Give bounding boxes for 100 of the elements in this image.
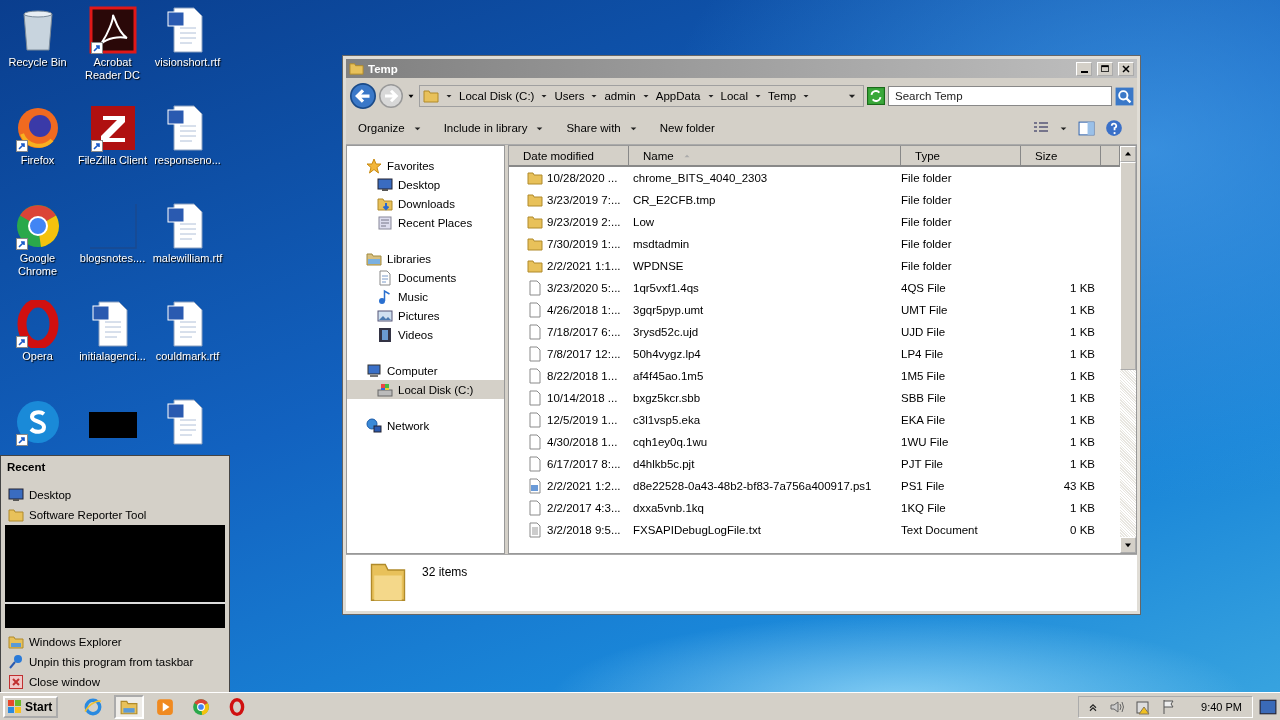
desktop-icon-label[interactable]: FileZilla Client: [77, 154, 148, 167]
breadcrumb-item[interactable]: Temp: [768, 90, 797, 102]
folder-icon: [527, 170, 543, 186]
file-name-cell: d4hlkb5c.pjt: [633, 458, 695, 470]
caret-icon[interactable]: [540, 92, 549, 100]
nav-item[interactable]: Favorites: [347, 156, 504, 175]
jump-list-item[interactable]: Desktop: [1, 485, 229, 505]
maximize-button[interactable]: [1097, 61, 1113, 76]
date-cell: 3/23/2020 5:...: [547, 282, 621, 294]
maximize-icon: [1099, 62, 1111, 75]
caret-icon[interactable]: [754, 92, 763, 100]
breadcrumb-item[interactable]: Local: [720, 90, 749, 102]
desktop-icon-image: [88, 6, 137, 54]
size-cell: 1 KB: [1070, 436, 1095, 448]
search-field[interactable]: Search Temp: [888, 86, 1112, 106]
explorer-taskbar-button[interactable]: [114, 694, 145, 719]
search-button[interactable]: [1115, 86, 1134, 106]
column-header[interactable]: Type: [901, 146, 1021, 167]
file-name-cell: WPDNSE: [633, 260, 684, 272]
nav-item[interactable]: Pictures: [347, 306, 504, 325]
date-cell: 10/14/2018 ...: [547, 392, 618, 404]
nav-item[interactable]: Downloads: [347, 194, 504, 213]
scrollbar[interactable]: [1120, 146, 1136, 553]
breadcrumb-item[interactable]: Local Disk (C:): [459, 90, 535, 102]
size-cell: 1 KB: [1070, 326, 1095, 338]
folder-icon: [527, 258, 543, 274]
breadcrumb-item[interactable]: Users: [554, 90, 585, 102]
start-button[interactable]: Start: [3, 695, 59, 718]
preview-pane-icon[interactable]: [1078, 119, 1095, 137]
breadcrumb-item[interactable]: admin: [604, 90, 636, 102]
desktop-icon-image: [88, 104, 137, 152]
help-icon[interactable]: [1105, 119, 1123, 137]
star-icon: [366, 157, 382, 174]
desktop-icon-label[interactable]: malewilliam.rtf: [152, 252, 223, 265]
close-icon: [1120, 62, 1132, 75]
toolbar-button[interactable]: Include in library: [437, 118, 551, 138]
file-icon: [527, 412, 543, 428]
close-icon: [8, 674, 24, 690]
caret-icon[interactable]: [706, 92, 715, 100]
toolbar-button[interactable]: Organize: [352, 118, 428, 138]
column-header[interactable]: Date modified: [509, 146, 629, 167]
nav-item[interactable]: Documents: [347, 268, 504, 287]
desktop-icon-label[interactable]: Google Chrome: [0, 252, 75, 278]
jump-list-item[interactable]: Unpin this program from taskbar: [1, 652, 229, 672]
caret-icon[interactable]: [590, 92, 599, 100]
date-cell: 7/8/2017 12:...: [547, 348, 621, 360]
desktop-icon: [8, 487, 24, 503]
minimize-button[interactable]: [1076, 61, 1092, 76]
size-cell: 1 KB: [1070, 502, 1095, 514]
close-button[interactable]: [1118, 61, 1134, 76]
back-button[interactable]: [350, 83, 376, 109]
toolbar-button[interactable]: Share with: [560, 118, 644, 138]
address-bar[interactable]: Local Disk (C:) Users admin AppData Local Temp: [419, 85, 864, 107]
folder-icon: [527, 192, 543, 208]
file-name-cell: chrome_BITS_4040_2303: [633, 172, 768, 184]
size-cell: 1 KB: [1070, 370, 1095, 382]
nav-item[interactable]: Videos: [347, 325, 504, 344]
nav-item[interactable]: Local Disk (C:): [347, 380, 504, 399]
type-cell: PS1 File: [901, 480, 945, 492]
jump-list-item[interactable]: Software Reporter Tool: [1, 505, 229, 525]
desktop-icon-label[interactable]: Recycle Bin: [8, 56, 67, 69]
nav-item[interactable]: Libraries: [347, 249, 504, 268]
column-header[interactable]: Name: [629, 146, 901, 167]
network-warning-icon[interactable]: [1135, 698, 1152, 715]
caret-icon[interactable]: [445, 92, 453, 100]
computer-icon: [366, 362, 382, 379]
scrollbar-thumb[interactable]: [1120, 162, 1136, 370]
desktop-icon-label[interactable]: Acrobat Reader DC: [75, 56, 150, 82]
desktop-icon-label[interactable]: responseno...: [154, 154, 221, 167]
desktop-icon-label[interactable]: Firefox: [20, 154, 55, 167]
speaker-icon[interactable]: [1109, 698, 1126, 715]
toolbar-button[interactable]: New folder: [653, 118, 721, 138]
caret-icon[interactable]: [802, 92, 811, 100]
date-cell: 4/30/2018 1...: [547, 436, 618, 448]
show-desktop-button[interactable]: [1259, 697, 1277, 716]
nav-item[interactable]: Recent Places: [347, 213, 504, 232]
opera-icon: [228, 697, 247, 716]
nav-item[interactable]: Computer: [347, 361, 504, 380]
file-name-cell: 1qr5vxf1.4qs: [633, 282, 699, 294]
breadcrumb-item[interactable]: AppData: [655, 90, 701, 102]
type-cell: 1M5 File: [901, 370, 946, 382]
desktop-icon-label[interactable]: blogsnotes....: [79, 252, 146, 265]
file-name-cell: msdtadmin: [633, 238, 690, 250]
column-header[interactable]: Size: [1021, 146, 1101, 167]
date-cell: 7/30/2019 1:...: [547, 238, 621, 250]
desktop-icon-label[interactable]: couldmark.rtf: [155, 350, 220, 363]
jump-list-item[interactable]: Windows Explorer: [1, 632, 229, 652]
refresh-button[interactable]: [867, 87, 885, 105]
desktop-icon-label[interactable]: initialagenci...: [79, 350, 146, 363]
caret-icon[interactable]: [641, 92, 650, 100]
desktop-icon-label[interactable]: Opera: [22, 350, 53, 363]
desktop-icon-label[interactable]: visionshort.rtf: [154, 56, 221, 69]
file-icon: [527, 390, 543, 406]
folder-icon: [349, 61, 364, 76]
jump-list-item[interactable]: Close window: [1, 672, 229, 692]
nav-item[interactable]: Desktop: [347, 175, 504, 194]
nav-item[interactable]: Network: [347, 416, 504, 435]
type-cell: UJD File: [901, 326, 946, 338]
nav-item[interactable]: Music: [347, 287, 504, 306]
clock[interactable]: 9:40 PM: [1201, 700, 1242, 713]
